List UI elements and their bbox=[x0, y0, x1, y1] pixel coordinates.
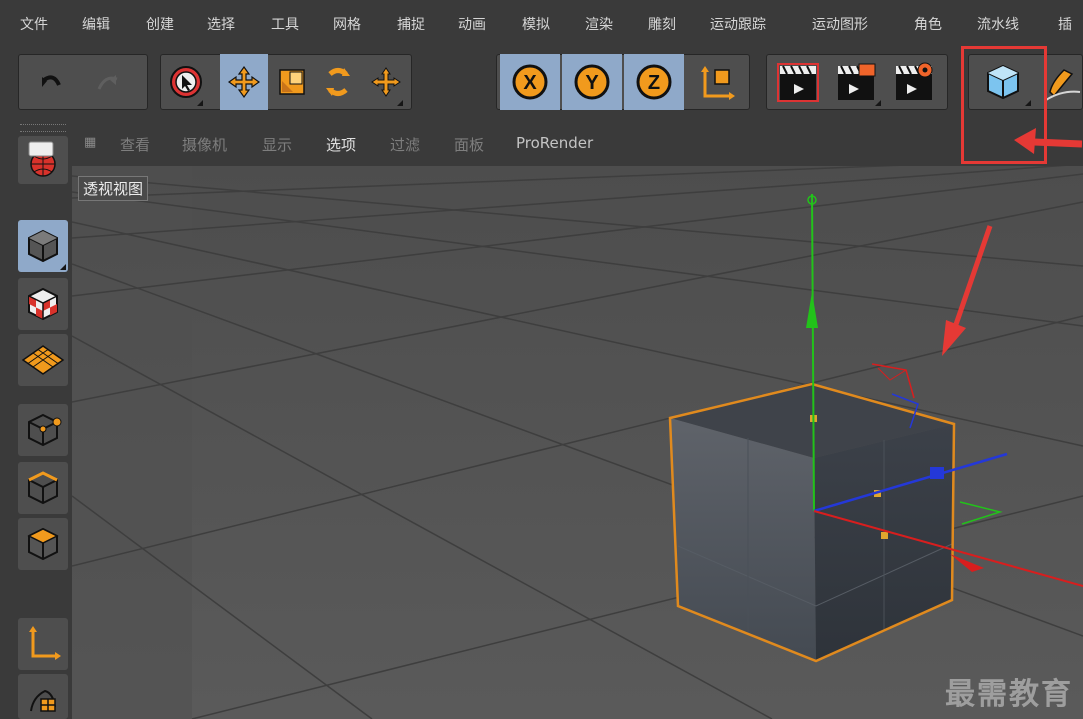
viewport-menu-camera[interactable]: 摄像机 bbox=[182, 134, 227, 155]
undo-button[interactable] bbox=[30, 54, 70, 110]
redo-button[interactable] bbox=[88, 54, 128, 110]
z-axis-cube[interactable] bbox=[930, 467, 944, 479]
perspective-viewport[interactable]: 透视视图 最需教育 bbox=[72, 166, 1083, 719]
tweak-mode-button[interactable] bbox=[18, 674, 68, 719]
render-settings-icon bbox=[896, 62, 933, 100]
texture-mode-button[interactable] bbox=[18, 278, 68, 330]
axis-mode-button[interactable] bbox=[18, 618, 68, 670]
menu-mesh[interactable]: 网格 bbox=[333, 14, 361, 34]
view-label[interactable]: 透视视图 bbox=[78, 176, 149, 201]
palette-grip[interactable] bbox=[20, 124, 66, 132]
highlight-arrow bbox=[1014, 128, 1083, 154]
viewport-menu-options[interactable]: 选项 bbox=[326, 134, 356, 155]
handle-right[interactable] bbox=[881, 532, 888, 539]
polygons-mode-button[interactable] bbox=[18, 518, 68, 570]
move-button[interactable] bbox=[220, 54, 268, 110]
menu-mograph[interactable]: 运动图形 bbox=[812, 14, 868, 34]
axis-y-label: Y bbox=[585, 72, 599, 94]
render-region-icon bbox=[777, 63, 819, 102]
menu-motion-track[interactable]: 运动跟踪 bbox=[710, 14, 766, 34]
menu-simulate[interactable]: 模拟 bbox=[522, 14, 550, 34]
select-cursor-icon bbox=[170, 66, 202, 98]
axis-z-icon: Z bbox=[636, 64, 672, 100]
axis-x-toggle[interactable]: X bbox=[500, 54, 560, 110]
menu-render[interactable]: 渲染 bbox=[585, 14, 613, 34]
coordinate-system-icon bbox=[701, 66, 735, 100]
viewport-menu-prorender[interactable]: ProRender bbox=[516, 134, 593, 152]
rotate-button[interactable] bbox=[318, 54, 358, 110]
left-tool-palette bbox=[0, 122, 72, 719]
menu-plugins[interactable]: 插 bbox=[1058, 14, 1072, 34]
points-mode-button[interactable] bbox=[18, 404, 68, 456]
main-toolbar: X Y Z bbox=[0, 44, 1083, 122]
axis-z-label: Z bbox=[648, 72, 660, 94]
watermark: 最需教育 bbox=[945, 677, 1073, 712]
model-cube-icon bbox=[28, 229, 58, 263]
menu-select[interactable]: 选择 bbox=[207, 14, 235, 34]
main-menu-bar: 文件 编辑 创建 选择 工具 网格 捕捉 动画 模拟 渲染 雕刻 运动跟踪 运动… bbox=[0, 0, 1083, 44]
menu-tools[interactable]: 工具 bbox=[271, 14, 299, 34]
menu-create[interactable]: 创建 bbox=[146, 14, 174, 34]
render-to-picture-viewer-button[interactable] bbox=[830, 54, 884, 110]
pen-icon bbox=[1044, 69, 1080, 101]
move-icon bbox=[227, 65, 261, 99]
model-mode-button[interactable] bbox=[18, 220, 68, 272]
workplane-mode-button[interactable] bbox=[18, 334, 68, 386]
axis-y-icon: Y bbox=[574, 64, 610, 100]
redo-icon bbox=[97, 75, 118, 90]
workplane-grid-icon bbox=[21, 345, 65, 375]
menu-sculpt[interactable]: 雕刻 bbox=[648, 14, 676, 34]
menu-file[interactable]: 文件 bbox=[20, 14, 48, 34]
points-cube-icon bbox=[28, 413, 62, 447]
menu-snap[interactable]: 捕捉 bbox=[397, 14, 425, 34]
coordinate-system-button[interactable] bbox=[690, 54, 744, 110]
scale-icon bbox=[279, 69, 305, 95]
viewport-menu-view[interactable]: 查看 bbox=[120, 134, 150, 155]
viewport-menu-display[interactable]: 显示 bbox=[262, 134, 292, 155]
edges-mode-button[interactable] bbox=[18, 462, 68, 514]
viewport-menu-filter[interactable]: 过滤 bbox=[390, 134, 420, 155]
move-recent-icon bbox=[371, 67, 401, 97]
axis-mode-icon bbox=[29, 626, 61, 660]
viewport-menu-bar: ▦ 查看 摄像机 显示 选项 过滤 面板 ProRender bbox=[72, 122, 1083, 166]
live-selection-button[interactable] bbox=[166, 54, 206, 110]
checker-cube-icon bbox=[28, 287, 58, 321]
axis-x-icon: X bbox=[512, 64, 548, 100]
axis-z-toggle[interactable]: Z bbox=[624, 54, 684, 110]
globe-icon bbox=[28, 141, 56, 177]
edges-cube-icon bbox=[28, 471, 58, 505]
make-editable-button[interactable] bbox=[18, 136, 68, 184]
render-settings-button[interactable] bbox=[888, 54, 942, 110]
menu-edit[interactable]: 编辑 bbox=[82, 14, 110, 34]
move-recent-button[interactable] bbox=[366, 54, 406, 110]
viewport-menu-panel[interactable]: 面板 bbox=[454, 134, 484, 155]
tweak-icon bbox=[30, 689, 56, 712]
menu-pipeline[interactable]: 流水线 bbox=[977, 14, 1019, 34]
polygons-cube-icon bbox=[27, 527, 59, 561]
menu-character[interactable]: 角色 bbox=[914, 14, 942, 34]
undo-icon bbox=[42, 75, 61, 87]
menu-animate[interactable]: 动画 bbox=[458, 14, 486, 34]
axis-x-label: X bbox=[523, 72, 537, 94]
viewport-grip-icon[interactable]: ▦ bbox=[84, 135, 96, 150]
viewport-scene bbox=[72, 166, 1083, 719]
rotate-icon bbox=[326, 68, 350, 96]
render-view-icon bbox=[838, 63, 876, 100]
render-active-view-button[interactable] bbox=[772, 54, 826, 110]
scale-button[interactable] bbox=[272, 54, 312, 110]
axis-y-toggle[interactable]: Y bbox=[562, 54, 622, 110]
